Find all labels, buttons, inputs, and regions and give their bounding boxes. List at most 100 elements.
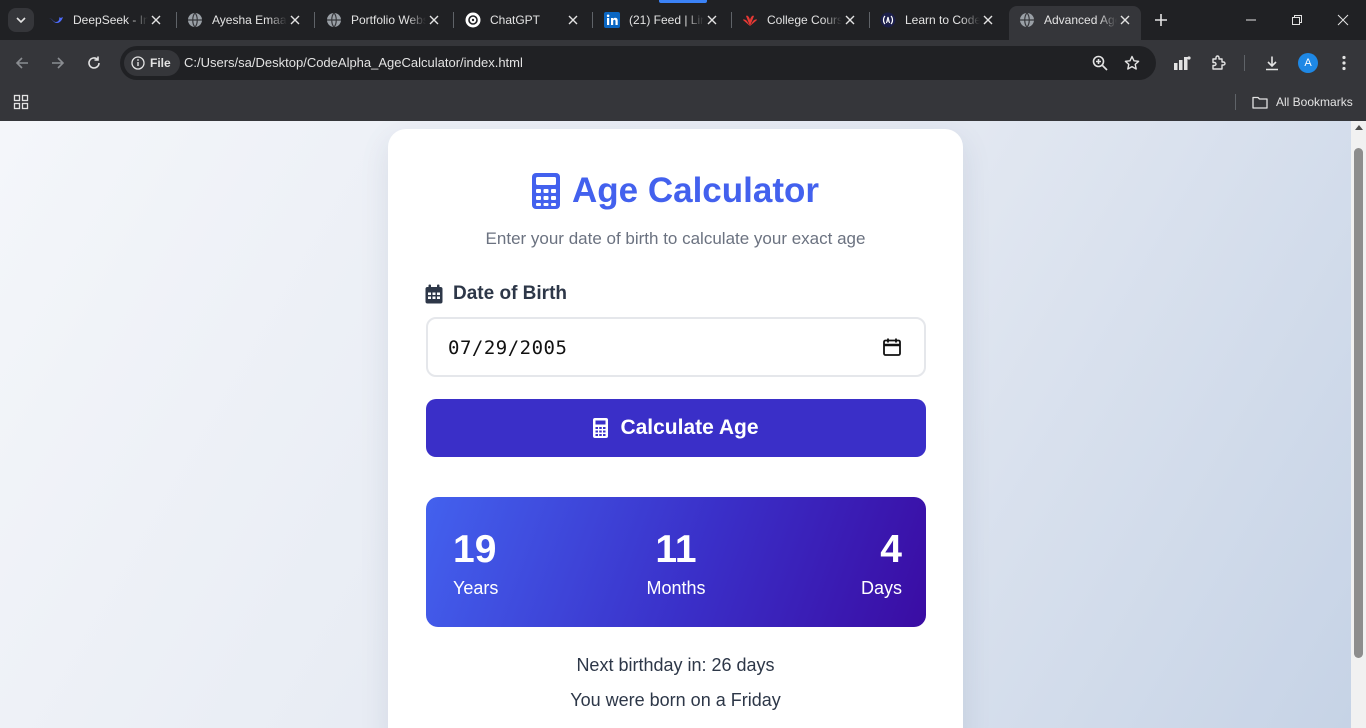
url-text[interactable]: C:/Users/sa/Desktop/CodeAlpha_AgeCalcula… — [184, 55, 523, 70]
tab-title: (21) Feed | LinkedIn — [629, 13, 704, 27]
months-label: Months — [646, 578, 706, 598]
apps-button[interactable] — [11, 92, 31, 112]
close-icon[interactable] — [565, 12, 581, 28]
close-icon[interactable] — [148, 12, 164, 28]
chevron-down-icon — [16, 17, 26, 24]
all-bookmarks-button[interactable]: All Bookmarks — [1252, 91, 1353, 113]
tab-search-button[interactable] — [8, 8, 34, 32]
calculate-age-label: Calculate Age — [620, 416, 759, 439]
tab-linkedin[interactable]: (21) Feed | LinkedIn — [594, 6, 728, 34]
close-icon[interactable] — [980, 12, 996, 28]
tab-portfolio[interactable]: Portfolio Website — [316, 6, 450, 34]
page-title-text: Age Calculator — [572, 171, 819, 210]
new-tab-button[interactable] — [1149, 8, 1173, 32]
huawei-icon — [742, 12, 758, 28]
site-chip-label: File — [150, 56, 171, 70]
tab-age-calculator[interactable]: Advanced Age Calculator — [1009, 6, 1141, 40]
calculator-card: Age Calculator Enter your date of birth … — [388, 129, 963, 728]
apps-grid-icon — [13, 94, 29, 110]
tab-chatgpt[interactable]: ChatGPT — [455, 6, 589, 34]
close-icon — [1337, 14, 1349, 26]
tab-strip: DeepSeek - Into the Unknown Ayesha Emaan… — [0, 0, 1366, 40]
arrow-right-icon — [52, 57, 65, 69]
star-icon — [1124, 55, 1140, 70]
tab-deepseek[interactable]: DeepSeek - Into the Unknown — [38, 6, 172, 34]
download-icon — [1266, 56, 1278, 71]
tab-college[interactable]: College Course — [732, 6, 866, 34]
zoom-button[interactable] — [1088, 51, 1112, 75]
dob-label: Date of Birth — [425, 283, 567, 305]
minimize-button[interactable] — [1228, 6, 1274, 34]
deepseek-icon — [48, 12, 64, 28]
site-info-chip[interactable]: File — [124, 50, 180, 76]
tab-title: Ayesha Emaan — [212, 13, 287, 27]
globe-icon — [187, 12, 203, 28]
restore-button[interactable] — [1274, 6, 1320, 34]
tab-title: DeepSeek - Into the Unknown — [73, 13, 148, 27]
page-title: Age Calculator — [388, 171, 963, 211]
openai-icon — [465, 12, 481, 28]
forward-button[interactable] — [44, 49, 72, 77]
page-subtitle: Enter your date of birth to calculate yo… — [485, 229, 866, 248]
result-days: 4 Days — [861, 527, 902, 599]
bookmark-star-button[interactable] — [1120, 51, 1144, 75]
close-icon[interactable] — [842, 12, 858, 28]
reload-icon — [88, 56, 100, 69]
tab-title: Advanced Age Calculator — [1044, 13, 1117, 27]
address-bar[interactable]: File C:/Users/sa/Desktop/CodeAlpha_AgeCa… — [120, 46, 1156, 80]
minimize-icon — [1246, 19, 1256, 21]
browser-toolbar: File C:/Users/sa/Desktop/CodeAlpha_AgeCa… — [0, 40, 1366, 86]
born-on-text: You were born on a Friday — [570, 690, 781, 710]
page-viewport: Age Calculator Enter your date of birth … — [0, 121, 1351, 728]
globe-icon — [326, 12, 342, 28]
arrow-left-icon — [15, 57, 28, 69]
result-months: 11 Months — [426, 527, 926, 599]
performance-icon — [1174, 56, 1191, 70]
page-scrollbar[interactable] — [1351, 121, 1366, 728]
tab-learn-code[interactable]: Learn to Code — [870, 6, 1004, 34]
downloads-button[interactable] — [1258, 49, 1286, 77]
tab-ayesha[interactable]: Ayesha Emaan — [177, 6, 311, 34]
months-value: 11 — [655, 528, 697, 571]
dob-label-text: Date of Birth — [453, 283, 567, 304]
more-vertical-icon — [1342, 55, 1346, 71]
back-button[interactable] — [8, 49, 36, 77]
globe-icon — [1019, 12, 1035, 28]
dob-value: 07/29/2005 — [448, 337, 568, 359]
calculator-icon — [532, 173, 560, 209]
info-icon — [131, 56, 145, 70]
plus-icon — [1155, 14, 1167, 26]
all-bookmarks-label: All Bookmarks — [1276, 95, 1353, 109]
extensions-button[interactable] — [1204, 49, 1232, 77]
tab-title: ChatGPT — [490, 13, 541, 27]
code-icon — [880, 12, 896, 28]
close-icon[interactable] — [1117, 12, 1133, 28]
days-value: 4 — [880, 528, 902, 571]
reload-button[interactable] — [80, 49, 108, 77]
dob-date-input[interactable]: 07/29/2005 — [426, 317, 926, 377]
close-icon[interactable] — [704, 12, 720, 28]
calculate-age-button[interactable]: Calculate Age — [426, 399, 926, 457]
zoom-icon — [1092, 55, 1108, 71]
restore-icon — [1292, 15, 1302, 25]
tab-title: Learn to Code — [905, 13, 980, 27]
tab-highlight — [659, 0, 707, 3]
toolbar-divider — [1244, 55, 1245, 71]
days-label: Days — [860, 578, 902, 598]
calendar-picker-icon[interactable] — [882, 337, 902, 357]
calendar-icon — [425, 284, 443, 304]
close-icon[interactable] — [426, 12, 442, 28]
calculator-icon — [593, 418, 609, 438]
folder-icon — [1252, 96, 1268, 109]
bookmarks-divider — [1235, 94, 1236, 110]
menu-button[interactable] — [1330, 49, 1358, 77]
scroll-thumb[interactable] — [1354, 148, 1363, 658]
close-window-button[interactable] — [1320, 6, 1366, 34]
close-icon[interactable] — [287, 12, 303, 28]
tab-title: College Course — [767, 13, 842, 27]
profile-avatar[interactable]: A — [1298, 53, 1318, 73]
bookmarks-bar: All Bookmarks — [0, 86, 1366, 121]
scroll-up-arrow[interactable] — [1355, 125, 1363, 130]
puzzle-icon — [1212, 55, 1226, 70]
performance-button[interactable] — [1168, 49, 1196, 77]
